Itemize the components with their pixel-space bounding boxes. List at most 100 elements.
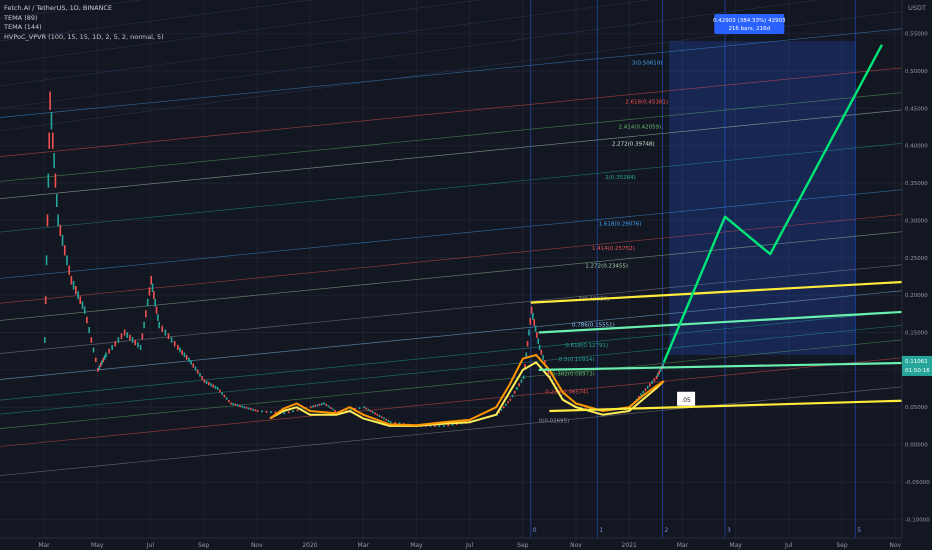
y-tick-label: 0.30000 [905,218,928,224]
indicator-tema-89[interactable]: TEMA (89) [4,14,164,24]
candle [181,349,184,355]
x-tick-label: Nov [570,542,582,549]
candle [374,412,376,415]
candle [223,394,226,398]
candle [77,291,79,300]
candle [387,419,390,422]
x-tick-label: Mar [677,542,689,549]
candle [66,255,68,266]
y-tick-label: 0.05000 [905,405,928,411]
candle [173,341,176,347]
x-tick-label: Jul [784,542,793,549]
candle [518,383,520,387]
candle [177,344,179,351]
candle [256,409,259,412]
symbol-title[interactable]: Fetch.AI / TetherUS, 1D, BINANCE [4,4,164,14]
y-tick-label: 0.55000 [905,32,928,38]
candle [123,329,126,336]
candle [153,291,155,300]
candle [59,224,62,237]
candle [365,407,368,410]
y-tick-label: -0.10000 [905,517,930,523]
candle [438,424,441,427]
candle [48,132,51,149]
candle [534,325,537,332]
candle [148,287,151,296]
candle [363,406,365,409]
candle [511,394,514,398]
fib-level-label: 0.382(0.08973) [552,372,595,378]
candle [47,173,50,188]
candle [227,399,230,403]
candle [653,378,656,382]
fib-level-label: 0.5(0.10914) [559,357,595,363]
candle [81,301,84,309]
y-tick-label: 0.25000 [905,256,928,262]
x-tick-label: Jul [465,542,474,549]
candle [542,355,544,360]
price-axis-bg [902,0,932,550]
candle [129,334,131,341]
candle [225,397,228,400]
x-tick-label: Jul [146,542,155,549]
candle [44,296,47,305]
candle [389,421,392,424]
candle [254,409,257,412]
y-tick-label: 0.20000 [905,293,928,299]
candle [526,341,529,347]
candle [199,372,201,377]
fib-level-label: 3(0.50610) [632,60,663,66]
candle [314,404,317,408]
candle [157,314,159,321]
candle [216,387,219,391]
candle [117,337,120,343]
candle [367,408,370,411]
y-tick-label: 0.50000 [905,69,928,75]
candle [161,325,164,332]
candle [55,193,58,208]
candle [536,332,538,338]
candle [533,319,536,326]
candle [179,347,181,353]
fib-level-label: 2.272(0.39748) [612,142,655,148]
candle [154,298,156,307]
candle [234,403,237,406]
candle [150,275,152,285]
x-tick-label: Sep [198,542,210,549]
candle [79,296,82,305]
candle [139,344,142,351]
candle [44,337,46,343]
candle [537,338,540,344]
candle [443,424,445,427]
candle [530,306,533,314]
candle [141,333,144,340]
candle [243,406,246,409]
candle [92,347,95,353]
candle [261,410,263,413]
candle [241,405,243,408]
candle [83,306,86,314]
candle [167,333,170,340]
fib-level-label: 2.414(0.42059) [619,124,662,130]
candle [394,421,396,424]
indicator-tema-144[interactable]: TEMA (144) [4,23,164,33]
fib-level-label: 2(0.35284) [605,175,636,181]
y-tick-label: -0.05000 [905,480,930,486]
x-tick-label: 2020 [302,542,317,549]
y-tick-label: 0.40000 [905,144,928,150]
candle [183,352,186,358]
candle [376,413,379,416]
candle [155,306,158,314]
indicator-hvpoc[interactable]: HVPoC_VPVR (100, 15, 15, 1D, 2, 5, 2, no… [4,33,164,43]
candle [312,405,314,408]
candle [538,344,541,351]
candle [46,214,49,227]
candle [509,398,512,401]
price-chart[interactable]: 0(0.02695)0.236(0.06574)0.382(0.08973)0.… [0,0,932,550]
volume-label: .05 [681,397,691,404]
candle [219,389,221,393]
candle [88,326,90,334]
candle [210,383,212,387]
measure-line1: 0.42903 (384.33%) 42903 [713,18,786,24]
candle [63,245,66,256]
